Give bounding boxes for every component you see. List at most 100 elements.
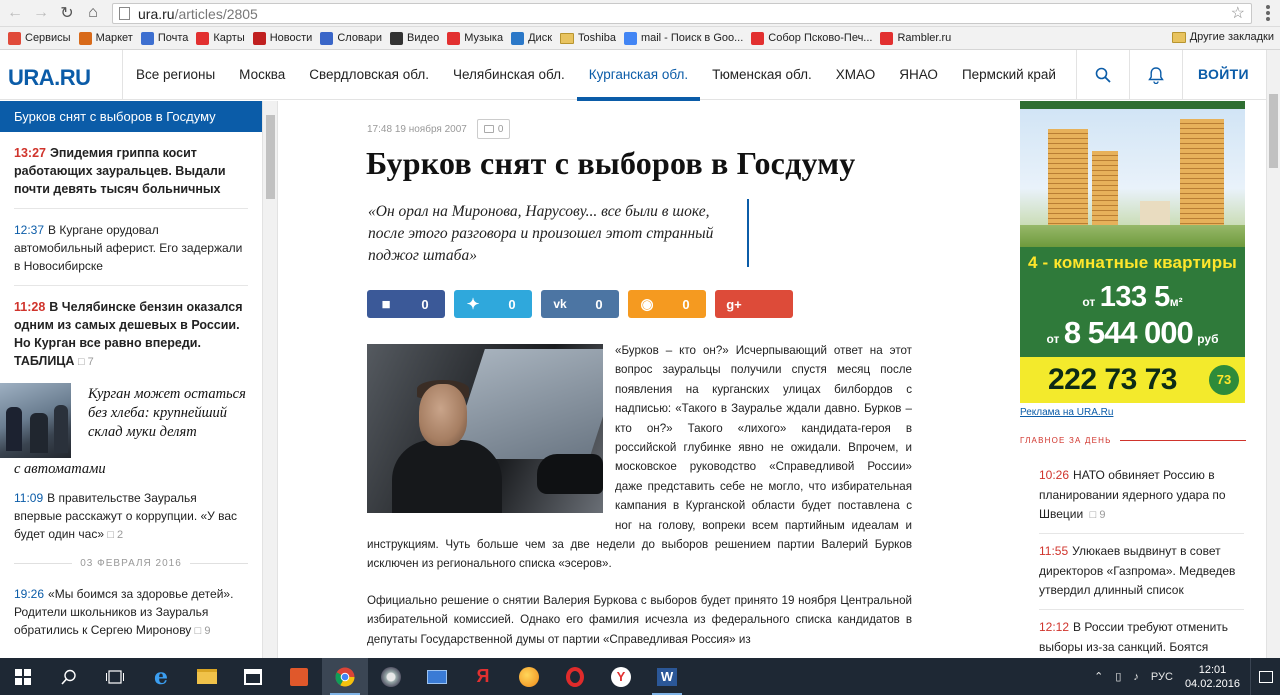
language-indicator[interactable]: РУС bbox=[1151, 671, 1173, 683]
nav-item-region[interactable]: Москва bbox=[227, 50, 297, 100]
bookmark-item[interactable]: Видео bbox=[390, 31, 439, 45]
system-clock[interactable]: 12:01 04.02.2016 bbox=[1185, 663, 1240, 691]
date-separator-label: 03 ФЕВРАЛЯ 2016 bbox=[80, 558, 182, 569]
bookmark-label: mail - Поиск в Goo... bbox=[640, 32, 744, 44]
bookmark-item[interactable]: Словари bbox=[320, 31, 382, 45]
word-icon[interactable]: W bbox=[644, 658, 690, 695]
news-time: 10:26 bbox=[1039, 468, 1070, 482]
yandex-icon[interactable]: Я bbox=[460, 658, 506, 695]
forward-arrow-icon[interactable]: → bbox=[30, 2, 52, 24]
comment-count-value: 9 bbox=[204, 625, 211, 637]
article-time: 17:48 bbox=[367, 123, 393, 135]
nav-item-region[interactable]: Свердловская обл. bbox=[297, 50, 441, 100]
ad-link[interactable]: Реклама на URA.Ru bbox=[1020, 407, 1113, 418]
site-logo[interactable]: URA.RU bbox=[8, 65, 91, 91]
share-facebook-button[interactable]: ■ 0 bbox=[367, 290, 445, 318]
bookmark-item[interactable]: Карты bbox=[196, 31, 245, 45]
comments-button[interactable]: 0 bbox=[476, 119, 511, 139]
task-view-icon[interactable] bbox=[92, 658, 138, 695]
left-feed-header[interactable]: Бурков снят с выборов в Госдуму bbox=[0, 101, 262, 132]
edge-icon[interactable]: e bbox=[138, 658, 184, 695]
browser-menu-icon[interactable] bbox=[1266, 5, 1272, 21]
feature-news[interactable]: Курган может остаться без хлеба: крупней… bbox=[0, 383, 262, 477]
media-player-icon[interactable] bbox=[276, 658, 322, 695]
bookmark-item[interactable]: Rambler.ru bbox=[880, 31, 951, 45]
app-icon[interactable] bbox=[368, 658, 414, 695]
ad-top-strip bbox=[1020, 101, 1245, 109]
odnoklassniki-icon: ◉ bbox=[640, 296, 654, 313]
news-item[interactable]: 19:26 «Мы боимся за здоровье детей». Роди… bbox=[0, 569, 262, 640]
bookmark-item[interactable]: Сервисы bbox=[8, 31, 71, 45]
bell-icon[interactable] bbox=[1130, 50, 1182, 100]
bookmark-item[interactable]: Музыка bbox=[447, 31, 503, 45]
nav-item-region[interactable]: Челябинская обл. bbox=[441, 50, 577, 100]
bookmark-item[interactable]: Диск bbox=[511, 31, 552, 45]
address-bar[interactable]: ura.ru/articles/2805 ☆ bbox=[112, 3, 1252, 24]
login-button[interactable]: ВОЙТИ bbox=[1198, 66, 1249, 82]
reload-icon[interactable]: ↻ bbox=[56, 2, 78, 24]
nav-item-region[interactable]: Пермский край bbox=[950, 50, 1068, 100]
nav-item-region[interactable]: ЯНАО bbox=[887, 50, 950, 100]
volume-icon[interactable]: ♪ bbox=[1133, 671, 1139, 683]
chrome-icon[interactable] bbox=[322, 658, 368, 695]
comment-count: □ 7 bbox=[77, 356, 94, 368]
news-text: В правительстве Зауралья впервые расскаж… bbox=[14, 491, 238, 541]
map-pin-icon bbox=[196, 31, 210, 45]
news-item[interactable]: 11:28 В Челябинске бензин оказался одним … bbox=[0, 286, 262, 371]
main-news-item[interactable]: 10:26 НАТО обвиняет Россию в планировании… bbox=[1039, 466, 1249, 526]
share-count: 0 bbox=[421, 296, 429, 312]
tray-chevron-icon[interactable]: ⌃ bbox=[1094, 670, 1103, 683]
yandex-browser-icon[interactable]: Y bbox=[598, 658, 644, 695]
ad-buildings-image bbox=[1020, 101, 1245, 247]
clock-date: 04.02.2016 bbox=[1184, 677, 1240, 690]
bookmark-item[interactable]: mail - Поиск в Goo... bbox=[623, 31, 744, 45]
apartment-ad-banner[interactable]: 4 - комнатные квартиры от 133 5м² от 8 5… bbox=[1020, 101, 1245, 403]
bookmark-item[interactable]: Toshiba bbox=[560, 32, 616, 44]
clock-time: 12:01 bbox=[1198, 663, 1227, 676]
bookmark-item[interactable]: Маркет bbox=[78, 31, 133, 45]
share-ok-button[interactable]: ◉ 0 bbox=[628, 290, 706, 318]
divider bbox=[1039, 609, 1244, 610]
share-twitter-button[interactable]: ✦ 0 bbox=[454, 290, 532, 318]
share-count: 0 bbox=[508, 296, 516, 312]
home-icon[interactable]: ⌂ bbox=[82, 2, 104, 24]
main-news-item[interactable]: 12:12 В России требуют отменить выборы из… bbox=[1039, 618, 1249, 657]
yandex-icon bbox=[880, 31, 894, 45]
nav-item-region[interactable]: Курганская обл. bbox=[576, 50, 701, 101]
article-body: «Бурков – кто он?» Исчерпывающий ответ н… bbox=[367, 341, 912, 658]
scrollbar-thumb[interactable] bbox=[266, 115, 275, 199]
comment-count: □ 2 bbox=[107, 529, 124, 541]
comment-icon bbox=[483, 125, 494, 133]
store-icon[interactable] bbox=[230, 658, 276, 695]
bookmark-star-icon[interactable]: ☆ bbox=[1231, 4, 1245, 23]
main-news-item[interactable]: 11:55 Улюкаев выдвинут в совет директоров… bbox=[1039, 542, 1249, 601]
bookmark-item[interactable]: Собор Псково-Печ... bbox=[751, 31, 872, 45]
news-item[interactable]: 11:09 В правительстве Зауралья впервые ра… bbox=[0, 475, 262, 544]
search-icon[interactable] bbox=[1077, 50, 1129, 100]
bookmark-item[interactable]: Почта bbox=[140, 31, 188, 45]
news-item[interactable]: 12:37 В Кургане орудовал автомобильный аф… bbox=[0, 209, 262, 275]
other-bookmarks[interactable]: Другие закладки bbox=[1171, 31, 1274, 43]
nav-item-region[interactable]: Все регионы bbox=[124, 50, 227, 100]
scrollbar-thumb[interactable] bbox=[1269, 94, 1278, 168]
nav-item-region[interactable]: Тюменская обл. bbox=[700, 50, 824, 100]
left-feed-scrollbar[interactable] bbox=[262, 101, 278, 658]
mail-icon[interactable] bbox=[414, 658, 460, 695]
nav-item-region[interactable]: ХМАО bbox=[824, 50, 887, 100]
googleplus-icon: g+ bbox=[726, 296, 742, 312]
notifications-icon[interactable] bbox=[1250, 658, 1280, 695]
opera-icon[interactable] bbox=[552, 658, 598, 695]
bookmark-item[interactable]: Новости bbox=[252, 31, 313, 45]
bookmark-label: Новости bbox=[269, 32, 313, 44]
page-scrollbar[interactable] bbox=[1266, 50, 1280, 658]
network-icon[interactable]: ▯ bbox=[1115, 670, 1121, 683]
news-item[interactable]: 13:27 Эпидемия гриппа косит работающих за… bbox=[0, 132, 262, 198]
app-icon[interactable] bbox=[506, 658, 552, 695]
article-paragraph: Официально решение о снятии Валерия Бурк… bbox=[367, 593, 912, 646]
back-arrow-icon[interactable]: ← bbox=[4, 2, 26, 24]
search-icon[interactable] bbox=[46, 658, 92, 695]
share-googleplus-button[interactable]: g+ bbox=[715, 290, 793, 318]
share-vk-button[interactable]: vk 0 bbox=[541, 290, 619, 318]
file-explorer-icon[interactable] bbox=[184, 658, 230, 695]
windows-start-icon[interactable] bbox=[0, 658, 46, 695]
